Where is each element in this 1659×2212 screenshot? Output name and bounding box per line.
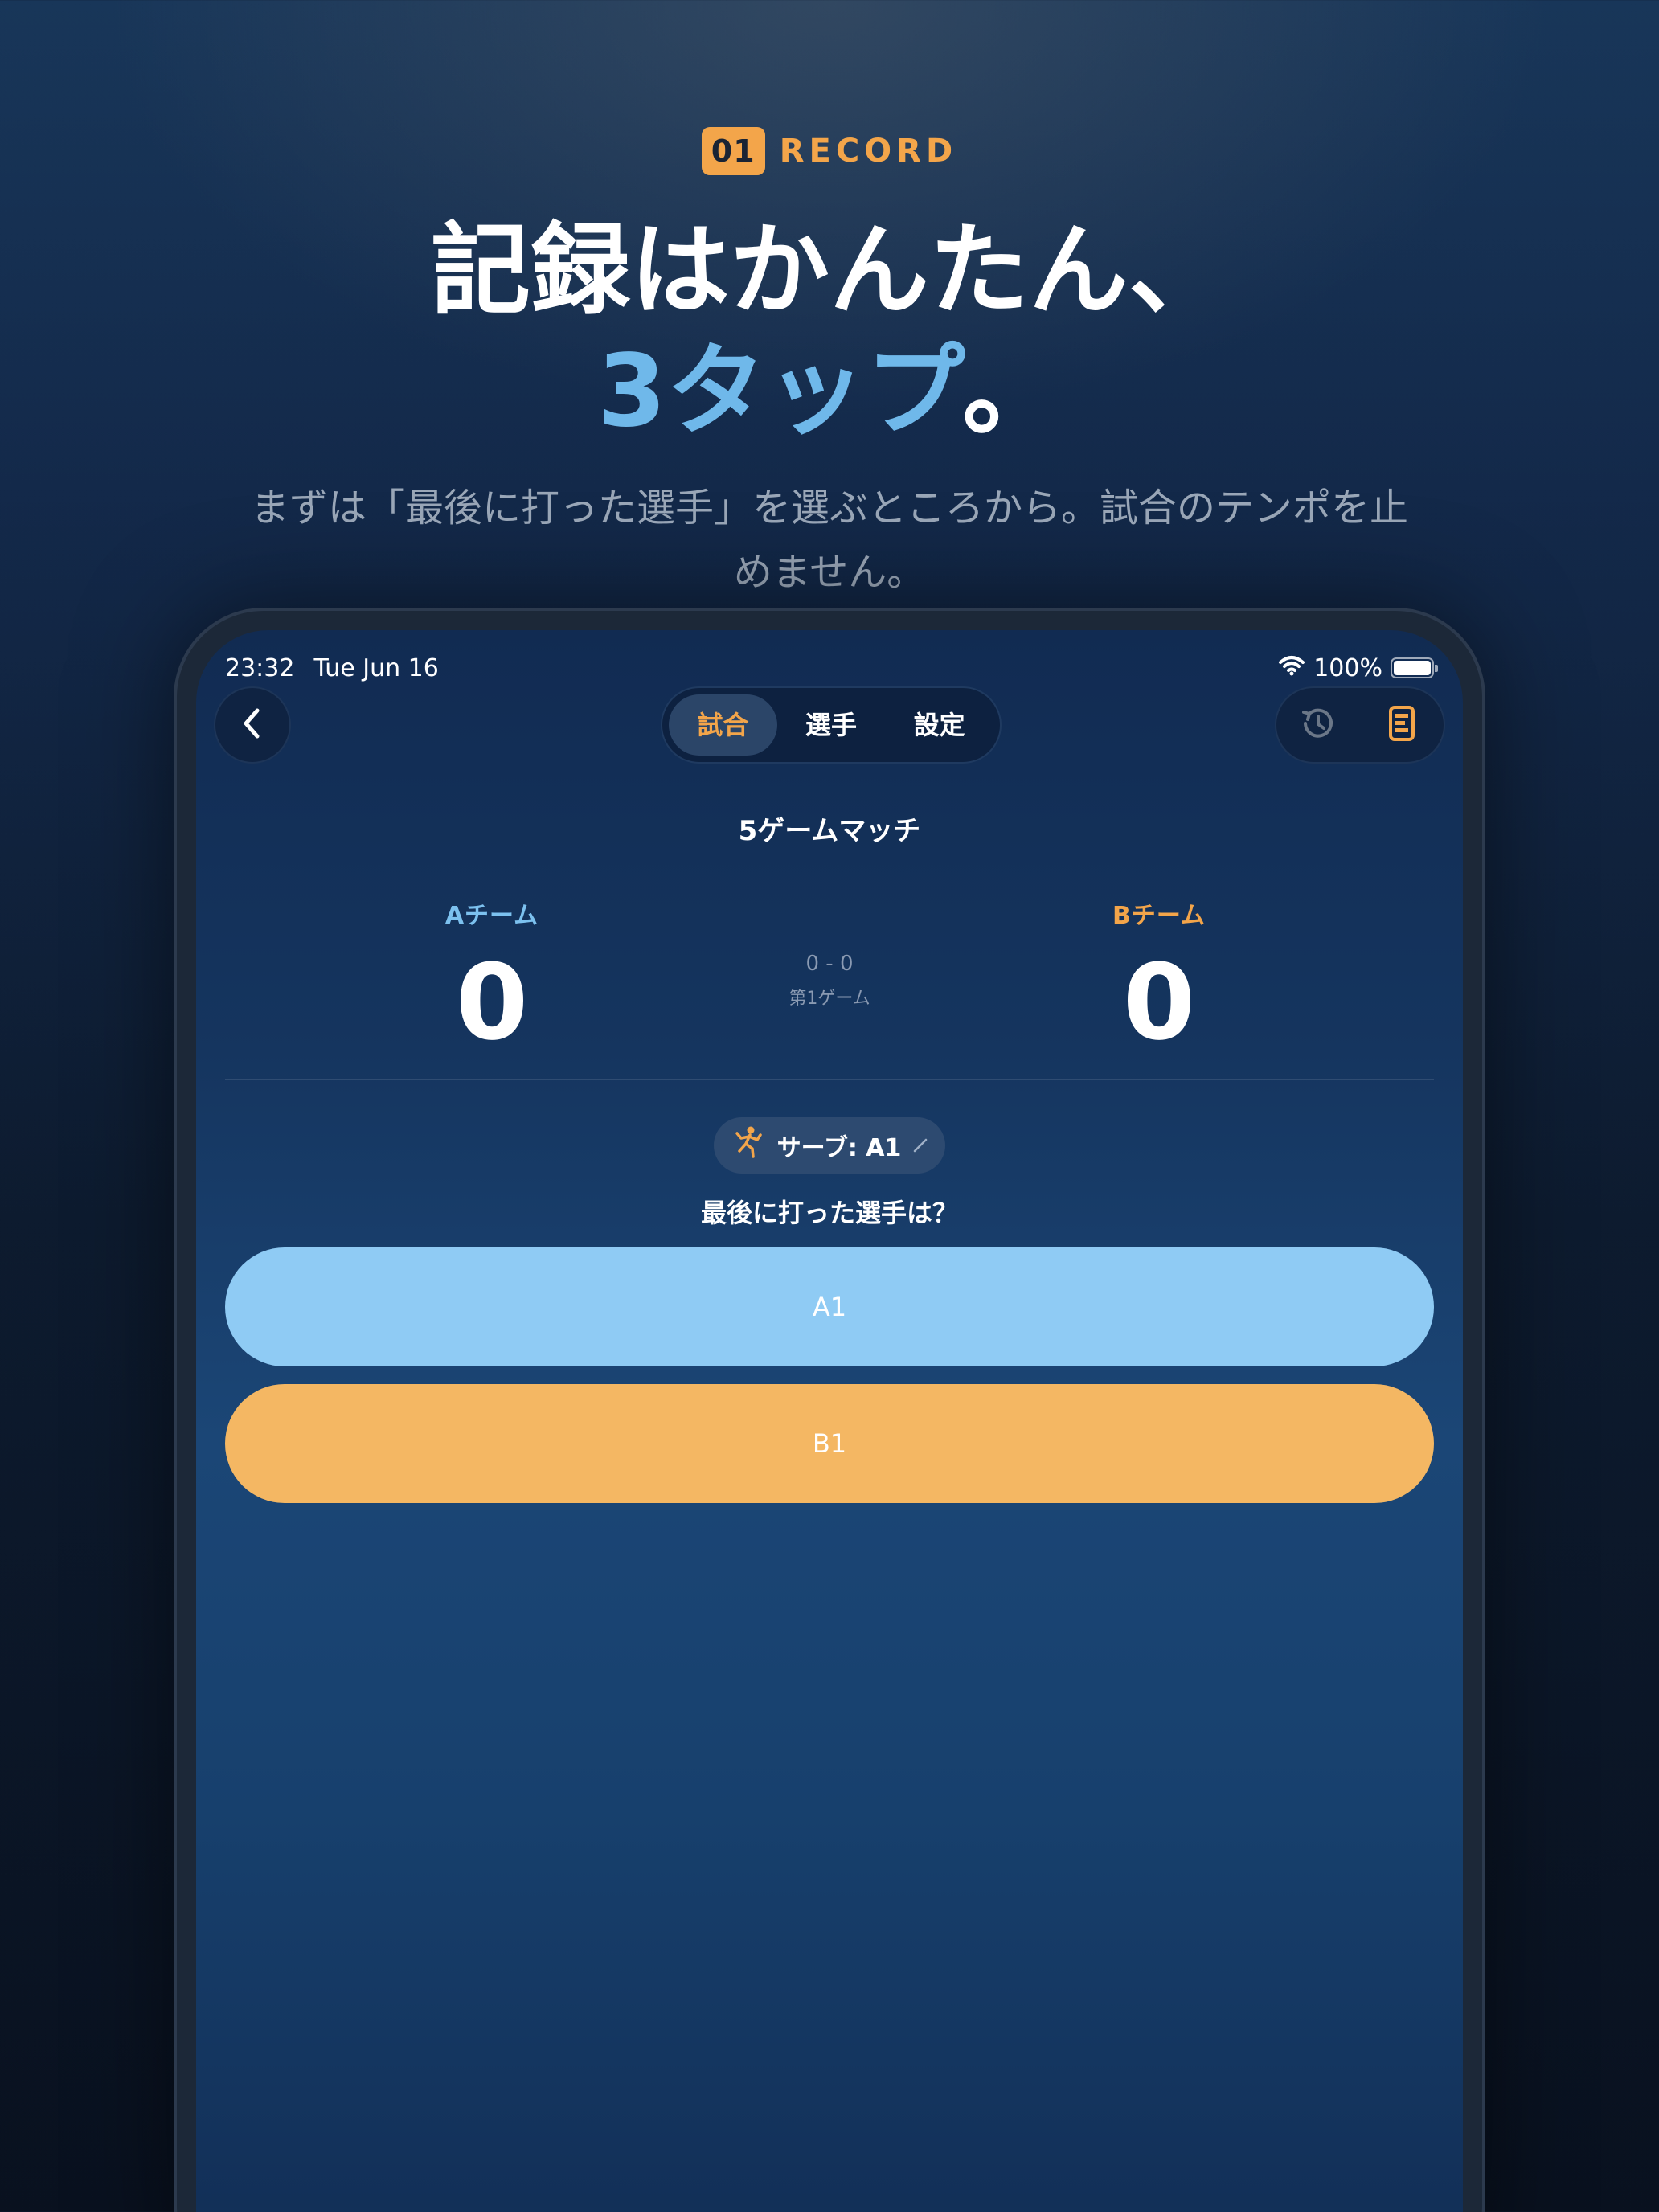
headline-end: 。 — [962, 334, 1063, 449]
subtitle: まずは「最後に打った選手」を選ぶところから。試合のテンポを止めません。 — [250, 485, 1408, 595]
status-date: Tue Jun 16 — [313, 653, 439, 682]
serve-label: サーブ: A1 — [776, 1134, 902, 1162]
team-a-panel: Aチーム 0 — [371, 895, 612, 1071]
badge-number: 01 — [701, 127, 765, 175]
divider — [225, 1079, 1434, 1080]
team-b-name: Bチーム — [1112, 902, 1206, 930]
app-screen: 23:32 Tue Jun 16 100% 試合 選手 設定 5ゲームマッチ A… — [196, 630, 1463, 2212]
toolbar-actions — [1275, 686, 1445, 764]
tab-settings[interactable]: 設定 — [885, 694, 993, 756]
player-b1-button[interactable]: B1 — [225, 1384, 1434, 1503]
team-b-score: 0 — [1122, 941, 1196, 1063]
edit-pencil-icon — [912, 1132, 928, 1160]
status-left: 23:32 Tue Jun 16 — [225, 654, 458, 682]
player-serve-icon — [731, 1124, 766, 1166]
back-button[interactable] — [214, 686, 291, 764]
main-tabs: 試合 選手 設定 — [661, 686, 1002, 764]
last-hitter-question: 最後に打った選手は？ — [700, 1198, 958, 1228]
game-score: 0 - 0 — [805, 952, 854, 976]
headline-line2: 3タップ。 — [0, 331, 1659, 452]
game-number: 第1ゲーム — [789, 989, 870, 1009]
history-icon[interactable] — [1296, 701, 1341, 749]
team-a-score: 0 — [455, 941, 529, 1063]
serve-selector[interactable]: サーブ: A1 — [714, 1117, 945, 1174]
badge-label: RECORD — [779, 133, 958, 170]
battery-percent: 100% — [1313, 653, 1382, 682]
player-a1-button[interactable]: A1 — [225, 1247, 1434, 1366]
status-bar: 23:32 Tue Jun 16 100% — [225, 648, 1438, 688]
team-b-panel: Bチーム 0 — [1038, 895, 1280, 1071]
tab-match[interactable]: 試合 — [669, 694, 777, 756]
status-right: 100% — [1278, 653, 1438, 682]
chevron-left-icon — [236, 706, 268, 744]
headline: 記録はかんたん、 3タップ。 — [0, 211, 1659, 452]
game-status: 0 - 0 第1ゲーム — [669, 952, 990, 1010]
headline-accent: 3タップ — [596, 334, 963, 449]
team-a-name: Aチーム — [444, 902, 539, 930]
match-title: 5ゲームマッチ — [738, 815, 921, 847]
tablet-frame: 23:32 Tue Jun 16 100% 試合 選手 設定 5ゲームマッチ A… — [174, 608, 1485, 2212]
battery-icon — [1391, 657, 1438, 678]
status-time: 23:32 — [225, 653, 295, 682]
wifi-icon — [1278, 654, 1305, 682]
feature-badge: 01 RECORD — [0, 127, 1659, 175]
headline-line1: 記録はかんたん、 — [430, 213, 1228, 329]
scoresheet-icon[interactable] — [1379, 701, 1424, 749]
tab-players[interactable]: 選手 — [777, 694, 886, 756]
